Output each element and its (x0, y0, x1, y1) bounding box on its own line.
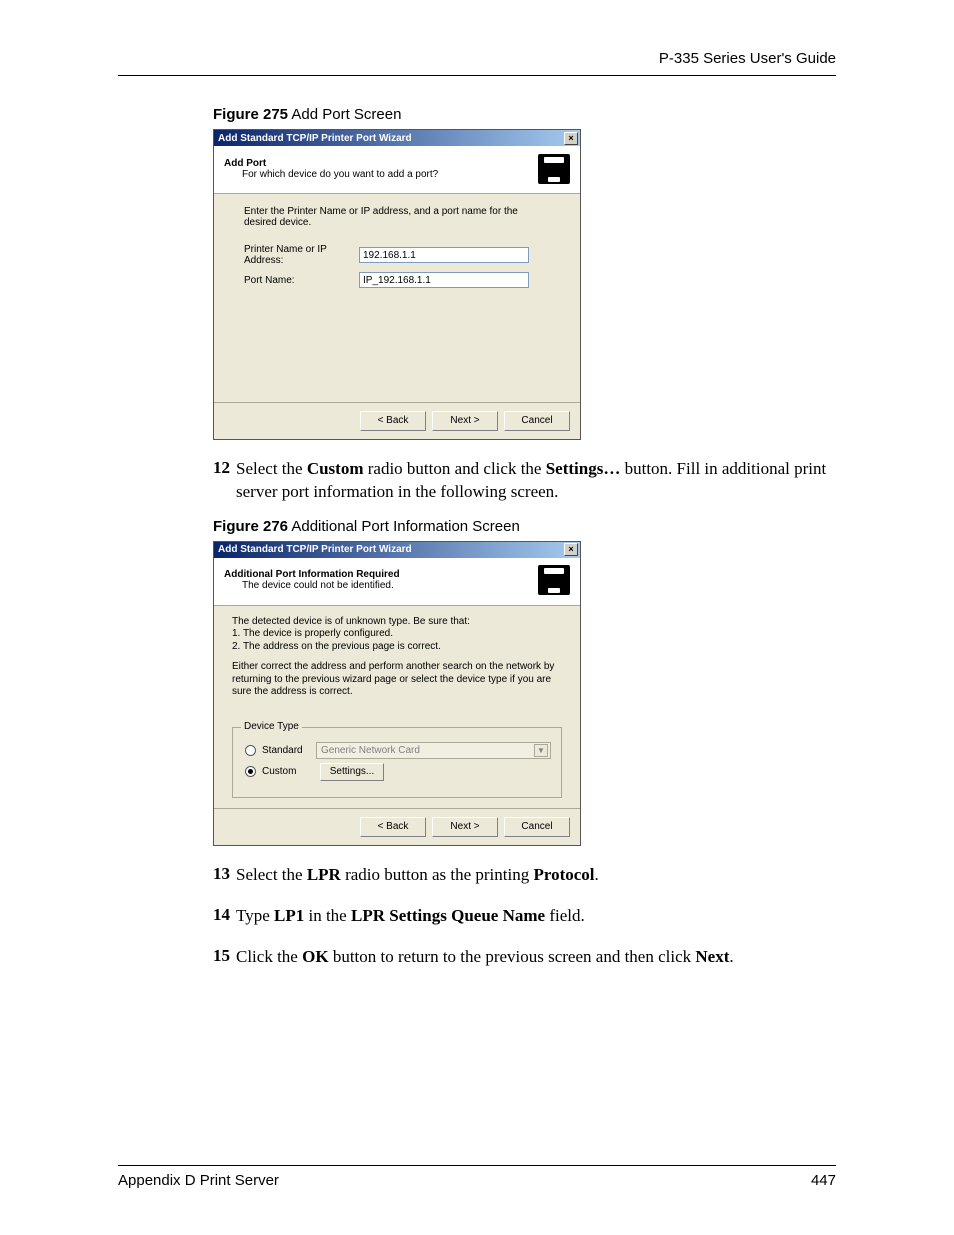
step-15-text: Click the OK button to return to the pre… (236, 946, 836, 969)
banner-subtext: The device could not be identified. (224, 580, 394, 591)
device-type-fieldset: Device Type Standard Generic Network Car… (232, 727, 562, 798)
step-14-number: 14 (213, 905, 230, 928)
dialog-banner: Additional Port Information Required The… (214, 558, 580, 606)
step-15: 15 Click the OK button to return to the … (213, 946, 836, 969)
footer-page-number: 447 (811, 1172, 836, 1189)
next-button[interactable]: Next > (432, 411, 498, 431)
correction-paragraph: Either correct the address and perform a… (232, 661, 562, 699)
banner-heading: Additional Port Information Required (224, 569, 400, 580)
standard-radio[interactable] (245, 745, 256, 756)
step-14-text: Type LP1 in the LPR Settings Queue Name … (236, 905, 836, 928)
settings-button[interactable]: Settings... (320, 763, 384, 781)
figure-276-number: Figure 276 (213, 518, 288, 535)
banner-heading: Add Port (224, 158, 266, 169)
dialog-titlebar: Add Standard TCP/IP Printer Port Wizard … (214, 542, 580, 558)
banner-subtext: For which device do you want to add a po… (224, 169, 438, 180)
device-type-legend: Device Type (241, 721, 302, 732)
close-icon[interactable]: × (564, 132, 578, 145)
figure-275-number: Figure 275 (213, 106, 288, 123)
chevron-down-icon: ▼ (534, 744, 548, 757)
dialog-button-bar: < Back Next > Cancel (214, 808, 580, 845)
figure-276-caption: Figure 276 Additional Port Information S… (213, 518, 836, 535)
header-guide-title: P-335 Series User's Guide (118, 50, 836, 67)
printer-icon (538, 154, 570, 184)
detected-line-1: 1. The device is properly configured. (232, 628, 393, 639)
step-13-number: 13 (213, 864, 230, 887)
dialog-body: Enter the Printer Name or IP address, an… (214, 194, 580, 402)
standard-radio-label: Standard (262, 745, 310, 756)
printer-icon (538, 565, 570, 595)
port-name-input[interactable] (359, 272, 529, 288)
step-15-number: 15 (213, 946, 230, 969)
dialog-button-bar: < Back Next > Cancel (214, 402, 580, 439)
footer-appendix: Appendix D Print Server (118, 1172, 279, 1189)
figure-275-title: Add Port Screen (288, 106, 401, 123)
page-footer: Appendix D Print Server 447 (118, 1165, 836, 1189)
header-rule (118, 75, 836, 76)
printer-ip-input[interactable] (359, 247, 529, 263)
custom-radio-label: Custom (262, 766, 310, 777)
step-12-text: Select the Custom radio button and click… (236, 458, 836, 504)
add-port-dialog: Add Standard TCP/IP Printer Port Wizard … (213, 129, 581, 440)
cancel-button[interactable]: Cancel (504, 411, 570, 431)
label-printer-ip: Printer Name or IP Address: (244, 244, 359, 266)
custom-radio[interactable] (245, 766, 256, 777)
standard-combo: Generic Network Card ▼ (316, 742, 551, 759)
instruction-text: Enter the Printer Name or IP address, an… (244, 206, 550, 228)
step-12: 12 Select the Custom radio button and cl… (213, 458, 836, 504)
dialog-banner: Add Port For which device do you want to… (214, 146, 580, 194)
step-12-number: 12 (213, 458, 230, 504)
dialog-titlebar: Add Standard TCP/IP Printer Port Wizard … (214, 130, 580, 146)
close-icon[interactable]: × (564, 543, 578, 556)
additional-port-info-dialog: Add Standard TCP/IP Printer Port Wizard … (213, 541, 581, 846)
figure-275-caption: Figure 275 Add Port Screen (213, 106, 836, 123)
label-port-name: Port Name: (244, 275, 359, 286)
detected-line: The detected device is of unknown type. … (232, 616, 470, 627)
next-button[interactable]: Next > (432, 817, 498, 837)
dialog-title: Add Standard TCP/IP Printer Port Wizard (218, 544, 412, 555)
step-14: 14 Type LP1 in the LPR Settings Queue Na… (213, 905, 836, 928)
detected-line-2: 2. The address on the previous page is c… (232, 641, 441, 652)
back-button[interactable]: < Back (360, 817, 426, 837)
step-13: 13 Select the LPR radio button as the pr… (213, 864, 836, 887)
dialog-title: Add Standard TCP/IP Printer Port Wizard (218, 133, 412, 144)
back-button[interactable]: < Back (360, 411, 426, 431)
figure-276-title: Additional Port Information Screen (288, 518, 520, 535)
cancel-button[interactable]: Cancel (504, 817, 570, 837)
combo-value: Generic Network Card (321, 745, 420, 756)
dialog-body: The detected device is of unknown type. … (214, 606, 580, 808)
step-13-text: Select the LPR radio button as the print… (236, 864, 836, 887)
